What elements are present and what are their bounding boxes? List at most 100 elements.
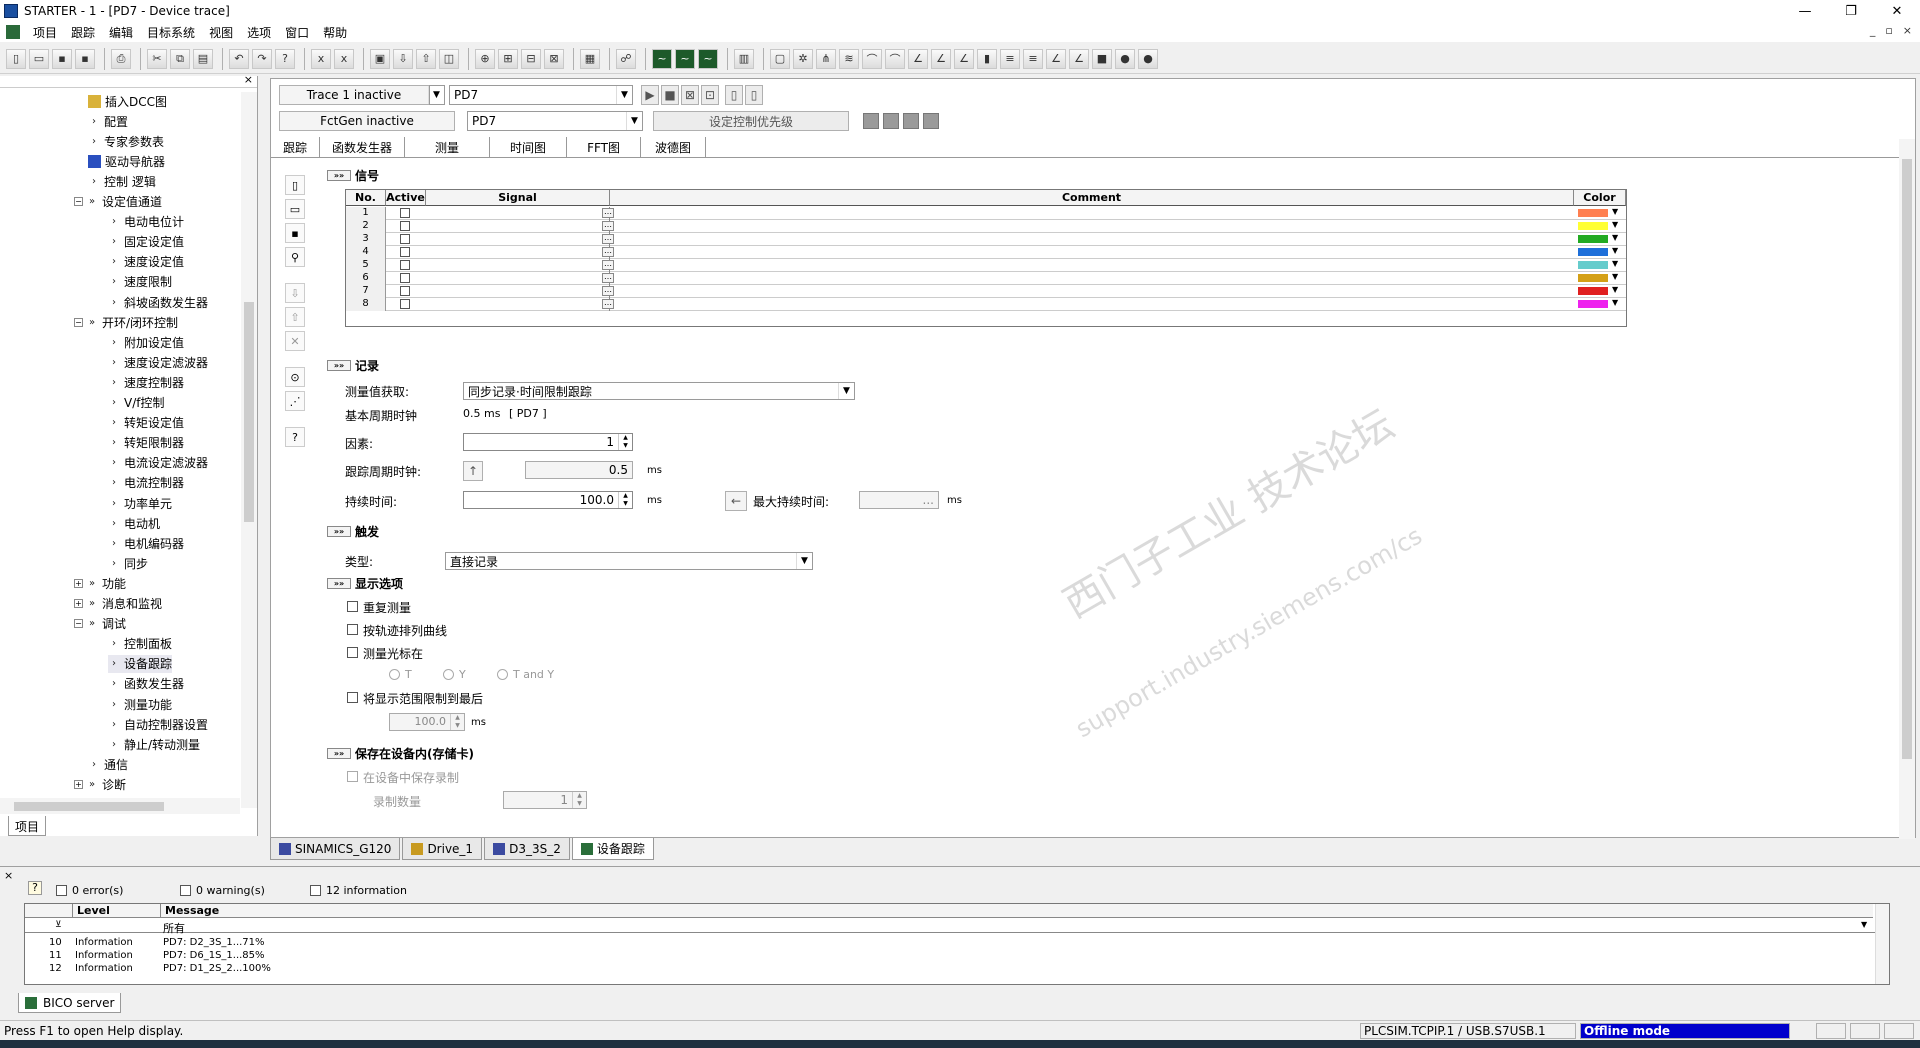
tree-horizontal-scrollbar[interactable] <box>0 798 240 814</box>
close-icon[interactable]: × <box>4 869 13 882</box>
signal-cell[interactable] <box>426 272 610 285</box>
menu-edit[interactable]: 编辑 <box>102 24 140 41</box>
errors-checkbox[interactable] <box>56 885 67 896</box>
sort-by-track-checkbox[interactable] <box>347 624 358 635</box>
curve-4-icon[interactable]: ≋ <box>839 48 859 69</box>
collapse-icon[interactable]: − <box>74 317 83 327</box>
tree-item-12[interactable]: › 附加设定值 <box>108 333 184 351</box>
paste-icon[interactable]: ▤ <box>193 48 213 69</box>
info-checkbox[interactable] <box>310 885 321 896</box>
set-priority-button[interactable]: 设定控制优先级 <box>653 111 849 131</box>
message-row[interactable]: 11 Information PD7: D6_1S_1...85% <box>25 949 1889 963</box>
radio-t-and-y[interactable] <box>497 669 508 680</box>
signal-browse-button[interactable]: … <box>602 247 614 257</box>
tree-item-31[interactable]: › 自动控制器设置 <box>108 715 208 733</box>
maximize-button[interactable]: ❐ <box>1828 0 1874 22</box>
new-icon[interactable]: ▯ <box>6 48 26 69</box>
signal-active-checkbox[interactable] <box>400 273 410 283</box>
curve-14-icon[interactable]: ∠ <box>1069 48 1089 69</box>
message-row[interactable]: 12 Information PD7: D1_2S_2...100% <box>25 962 1889 976</box>
menu-project[interactable]: 项目 <box>26 24 64 41</box>
trace-device-select[interactable]: PD7 ▼ <box>449 85 633 105</box>
trace-option-1-button[interactable]: ⊠ <box>681 85 699 105</box>
signal-cell[interactable] <box>426 259 610 272</box>
tree-item-29[interactable]: › 函数发生器 <box>108 675 184 693</box>
factor-input[interactable]: 1 ▲ ▼ <box>463 433 633 451</box>
signal-active-checkbox[interactable] <box>400 247 410 257</box>
signal-cell[interactable] <box>426 298 610 311</box>
upload-trace-icon[interactable]: ⇧ <box>285 307 305 327</box>
acquire-select[interactable]: 同步记录·时间限制跟踪 ▼ <box>463 382 855 400</box>
signal-color-swatch[interactable] <box>1578 287 1608 295</box>
curve-5-icon[interactable]: ⌒ <box>862 48 882 69</box>
menu-trace[interactable]: 跟踪 <box>64 24 102 41</box>
signal-browse-button[interactable]: … <box>602 234 614 244</box>
chevron-down-icon[interactable]: ▼ <box>1612 246 1618 255</box>
tree-item-30[interactable]: › 测量功能 <box>108 695 172 713</box>
open-icon[interactable]: ▭ <box>29 48 49 69</box>
save-icon[interactable]: ▪ <box>52 48 72 69</box>
menu-help[interactable]: 帮助 <box>316 24 354 41</box>
open-trace-icon[interactable]: ▭ <box>285 199 305 219</box>
tree-item-8[interactable]: › 速度设定值 <box>108 253 184 271</box>
expand-icon[interactable]: + <box>74 599 83 608</box>
message-row[interactable]: 10 Information PD7: D2_3S_1...71% <box>25 936 1889 950</box>
upload-icon[interactable]: ⇧ <box>416 48 436 69</box>
menu-window[interactable]: 窗口 <box>278 24 316 41</box>
chevron-down-icon[interactable]: ▼ <box>1861 920 1867 929</box>
signal-active-checkbox[interactable] <box>400 234 410 244</box>
radio-y[interactable] <box>443 669 454 680</box>
signal-cell[interactable] <box>426 233 610 246</box>
tree-item-6[interactable]: › 电动电位计 <box>108 213 184 231</box>
tab-measurement[interactable]: 测量 <box>405 137 491 157</box>
tree-item-21[interactable]: › 电动机 <box>108 514 160 532</box>
tab-function-generator[interactable]: 函数发生器 <box>320 137 406 157</box>
close-icon[interactable]: × <box>244 73 253 86</box>
tree-item-1[interactable]: › 配置 <box>88 112 128 130</box>
spin-icon[interactable]: ▲ ▼ <box>618 434 632 450</box>
chevron-down-icon[interactable]: ▼ <box>796 553 812 569</box>
signal-color-swatch[interactable] <box>1578 209 1608 217</box>
chevron-down-icon[interactable]: ▼ <box>838 383 854 399</box>
signal-active-checkbox[interactable] <box>400 208 410 218</box>
curve-9-icon[interactable]: ∠ <box>954 48 974 69</box>
mdi-restore-icon[interactable]: ▫ <box>1885 24 1892 37</box>
help-cursor-icon[interactable]: ? <box>275 48 295 69</box>
trace-info-icon[interactable]: ⊙ <box>285 367 305 387</box>
minimize-button[interactable]: — <box>1782 0 1828 22</box>
main-vertical-scrollbar[interactable] <box>1899 139 1915 839</box>
repeat-checkbox[interactable] <box>347 601 358 612</box>
curve-6-icon[interactable]: ⌒ <box>885 48 905 69</box>
signal-browse-button[interactable]: … <box>602 221 614 231</box>
tree-item-7[interactable]: › 固定设定值 <box>108 233 184 251</box>
chevron-down-icon[interactable]: ▼ <box>428 86 444 104</box>
chevron-down-icon[interactable]: ▼ <box>616 86 632 104</box>
chevron-down-icon[interactable]: ▼ <box>626 112 642 130</box>
tab-device-trace[interactable]: 设备跟踪 <box>571 838 654 860</box>
trace-chart-icon[interactable]: ⋰ <box>285 391 305 411</box>
message-scrollbar[interactable] <box>1875 904 1889 984</box>
trace-status-dropdown[interactable]: ▼ <box>428 85 445 105</box>
mdi-window-icon[interactable] <box>6 25 20 39</box>
fctgen-btn-2[interactable] <box>883 113 899 129</box>
tool-a-icon[interactable]: ⊕ <box>475 48 495 69</box>
tree-item-28[interactable]: › 设备跟踪 <box>108 654 173 673</box>
tab-bico-server[interactable]: BICO server <box>18 993 122 1013</box>
tool-d-icon[interactable]: ⊠ <box>544 48 564 69</box>
tree-item-16[interactable]: › 转矩设定值 <box>108 414 184 432</box>
filter-icon[interactable]: ⊻ <box>55 920 62 930</box>
signal-color-swatch[interactable] <box>1578 248 1608 256</box>
layout-icon[interactable]: ▥ <box>734 48 754 69</box>
tree-item-0-dcc[interactable]: 插入DCC图 <box>88 92 167 110</box>
fctgen-device-select[interactable]: PD7 ▼ <box>467 111 643 131</box>
tree-item-5[interactable]: −» 设定值通道 <box>74 193 162 211</box>
tree-item-4[interactable]: › 控制 逻辑 <box>88 172 156 190</box>
display-options-section[interactable]: »» 显示选项 <box>327 575 403 592</box>
trace-start-icon[interactable]: ~ <box>652 48 672 69</box>
curve-3-icon[interactable]: ⋔ <box>816 48 836 69</box>
curve-10-icon[interactable]: ▮ <box>977 48 997 69</box>
tree-item-10[interactable]: › 斜坡函数发生器 <box>108 293 208 311</box>
max-duration-button[interactable]: ← <box>725 491 747 511</box>
signal-cell[interactable] <box>426 207 610 220</box>
trace-option-3-button[interactable]: ▯ <box>725 85 743 105</box>
